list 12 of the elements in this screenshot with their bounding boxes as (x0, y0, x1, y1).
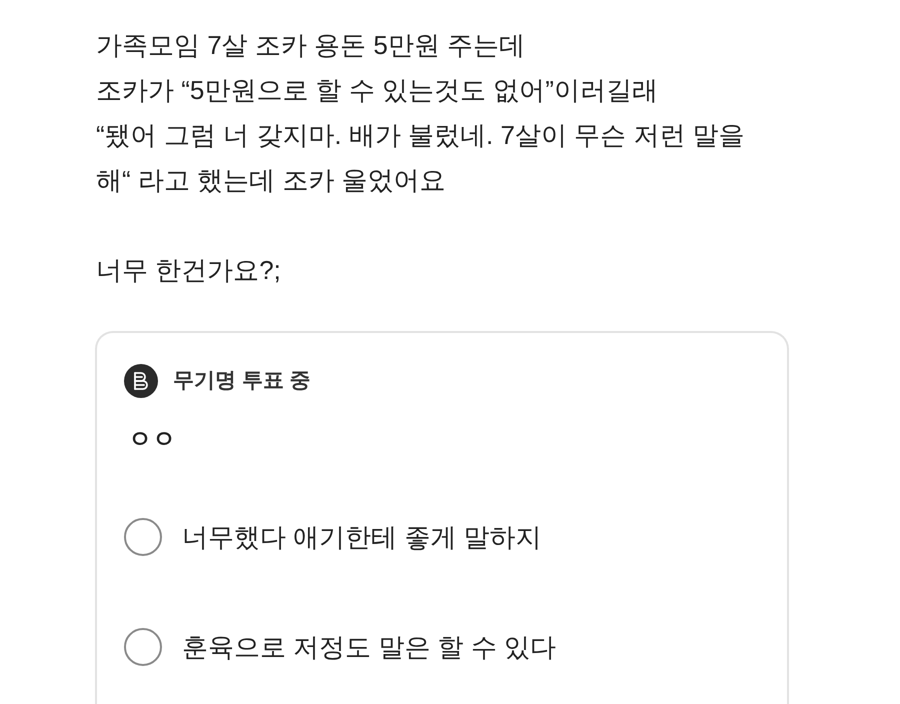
radio-button[interactable] (124, 628, 162, 666)
option-label: 너무했다 애기한테 좋게 말하지 (182, 521, 542, 554)
post-text-line: 조카가 “5만원으로 할 수 있는것도 없어”이러길래 (96, 74, 658, 107)
poll-icon (124, 364, 158, 398)
post-question: 너무 한건가요?; (96, 254, 281, 287)
post-text-line: 해“ 라고 했는데 조카 울었어요 (96, 164, 446, 197)
poll-title: ㅇㅇ (128, 425, 176, 455)
option-label: 훈육으로 저정도 말은 할 수 있다 (182, 631, 556, 664)
poll-status: 무기명 투표 중 (173, 368, 311, 394)
radio-button[interactable] (124, 518, 162, 556)
post-text-line: “됐어 그럼 너 갖지마. 배가 불렀네. 7살이 무슨 저런 말을 (96, 119, 745, 152)
post-text-line: 가족모임 7살 조카 용돈 5만원 주는데 (96, 29, 526, 62)
